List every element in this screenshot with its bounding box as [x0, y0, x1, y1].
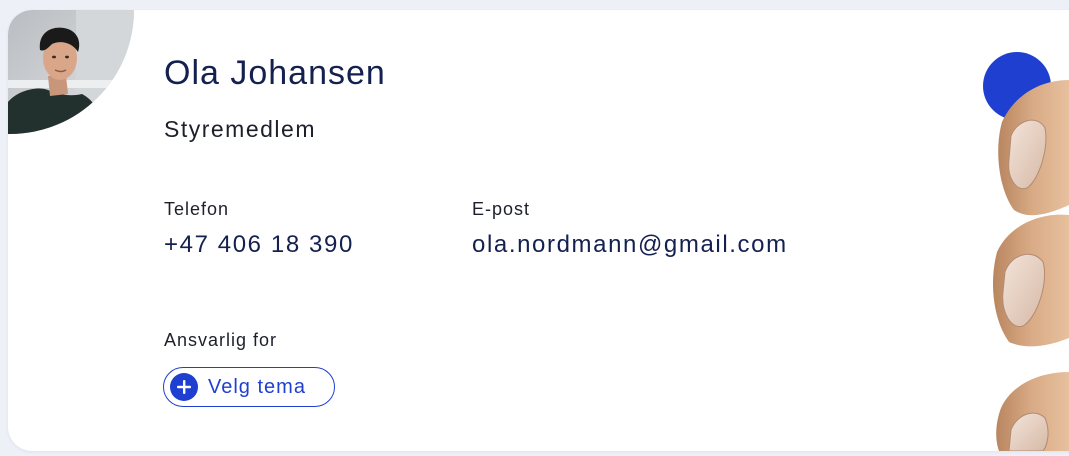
- hand-illustration: [939, 0, 1069, 452]
- responsible-label: Ansvarlig for: [164, 330, 278, 350]
- contact-name: Ola Johansen: [164, 54, 386, 92]
- choose-theme-label: Velg tema: [208, 375, 306, 398]
- email-value[interactable]: ola.nordmann@gmail.com: [472, 231, 788, 259]
- email-label: E-post: [472, 199, 531, 219]
- avatar: [8, 10, 134, 134]
- person-photo: [8, 10, 134, 134]
- plus-circle-icon: [170, 373, 198, 401]
- contact-card: Ola Johansen Styremedlem Telefon +47 406…: [8, 10, 1069, 451]
- contact-role: Styremedlem: [164, 116, 316, 142]
- choose-theme-button[interactable]: Velg tema: [163, 367, 335, 407]
- phone-value[interactable]: +47 406 18 390: [164, 231, 354, 259]
- phone-label: Telefon: [164, 199, 230, 219]
